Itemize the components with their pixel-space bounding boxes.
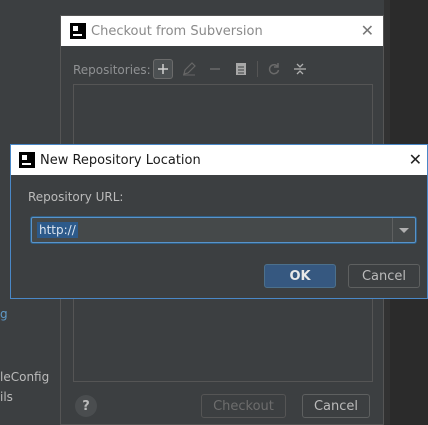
repositories-label: Repositories: — [73, 63, 151, 77]
minus-icon[interactable] — [205, 59, 225, 79]
checkout-dialog-titlebar: Checkout from Subversion ✕ — [61, 16, 383, 46]
cancel-button[interactable]: Cancel — [302, 394, 370, 418]
close-icon[interactable]: ✕ — [409, 150, 422, 169]
toolbar-separator — [257, 61, 258, 77]
intellij-logo-icon — [70, 23, 86, 39]
close-icon[interactable]: ✕ — [361, 21, 374, 40]
help-button[interactable]: ? — [75, 395, 97, 417]
collapse-icon[interactable] — [290, 59, 310, 79]
plus-icon[interactable] — [153, 59, 173, 79]
refresh-icon[interactable] — [264, 59, 284, 79]
new-repository-dialog-titlebar: New Repository Location ✕ — [11, 145, 427, 175]
repository-url-label: Repository URL: — [28, 190, 124, 204]
new-repository-dialog: New Repository Location ✕ Repository URL… — [10, 144, 428, 299]
repository-url-combobox[interactable]: http:// — [31, 217, 416, 243]
cancel-button[interactable]: Cancel — [348, 264, 420, 288]
ok-button[interactable]: OK — [264, 264, 336, 288]
bg-tree-item[interactable]: leConfig — [0, 370, 49, 384]
clipboard-icon[interactable] — [231, 59, 251, 79]
bg-tree-item[interactable]: ils — [0, 390, 13, 404]
checkout-button[interactable]: Checkout — [201, 394, 286, 418]
bg-tree-item[interactable]: g — [0, 307, 8, 321]
intellij-logo-icon — [19, 152, 35, 168]
chevron-down-icon[interactable] — [392, 218, 415, 242]
repositories-toolbar: Repositories: — [61, 56, 383, 82]
repository-url-input[interactable]: http:// — [37, 222, 78, 238]
new-repository-dialog-title: New Repository Location — [40, 152, 201, 168]
edit-icon[interactable] — [179, 59, 199, 79]
checkout-dialog-title: Checkout from Subversion — [91, 23, 263, 39]
